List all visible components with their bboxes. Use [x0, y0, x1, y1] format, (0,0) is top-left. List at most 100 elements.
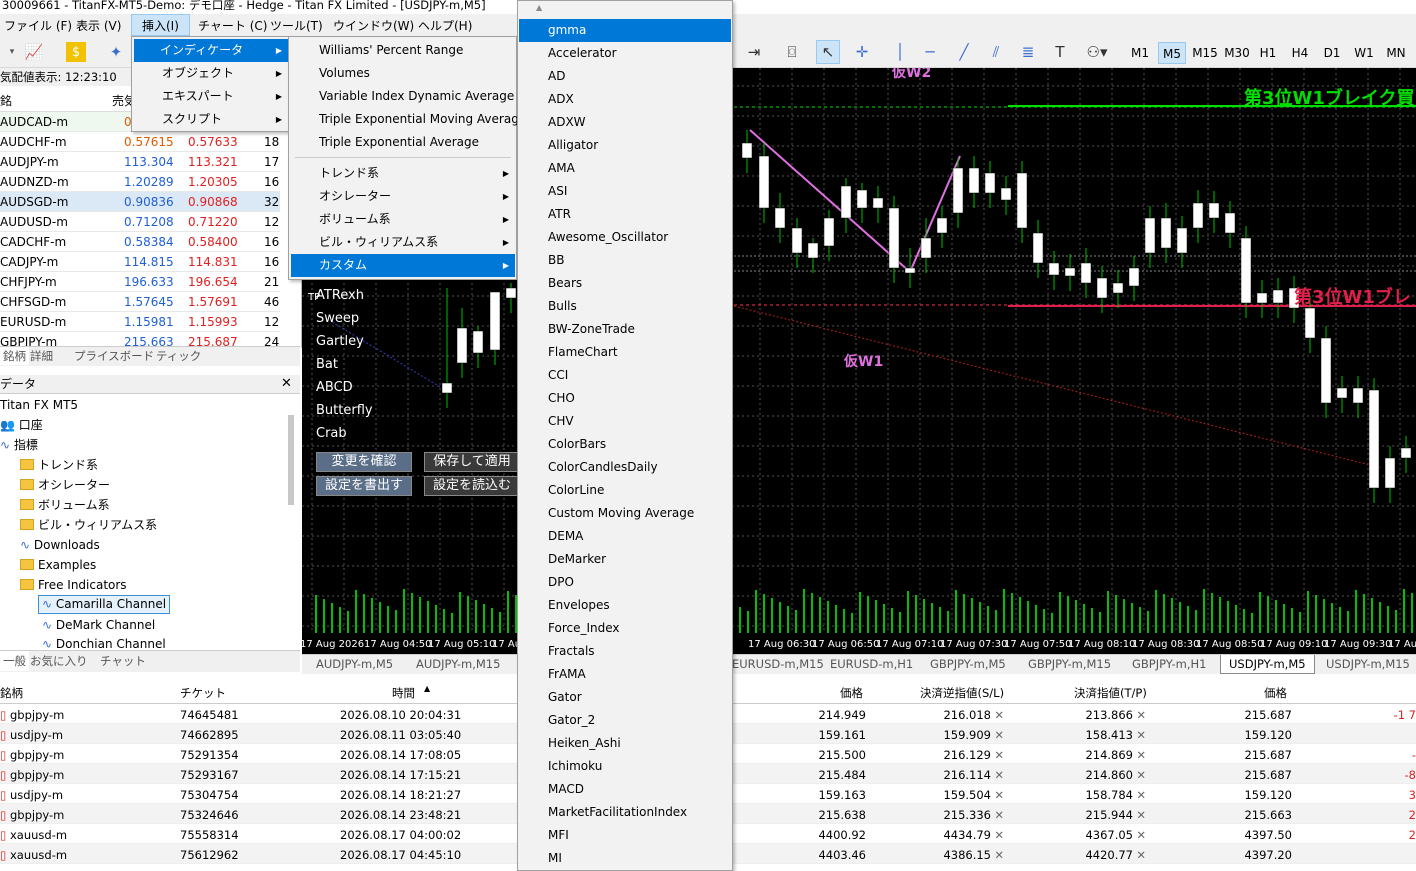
- close-icon[interactable]: ✕: [994, 788, 1004, 802]
- menu-item-experts[interactable]: エキスパート ▶: [134, 85, 288, 108]
- custom-indicator-item[interactable]: FrAMA: [519, 663, 731, 686]
- tf-h1[interactable]: H1: [1254, 42, 1282, 64]
- close-icon[interactable]: ✕: [1136, 848, 1146, 862]
- market-watch-row[interactable]: CHFSGD-m 1.57645 1.57691 46: [0, 292, 280, 312]
- menu-help[interactable]: ヘルプ(H): [418, 17, 472, 34]
- tf-mn[interactable]: MN: [1382, 42, 1410, 64]
- import-settings-button[interactable]: 設定を読込む: [424, 476, 520, 496]
- indicator-list-item[interactable]: Crab: [316, 426, 347, 441]
- chart-tab[interactable]: EURUSD-m,H1: [830, 657, 913, 671]
- close-icon[interactable]: ✕: [994, 748, 1004, 762]
- custom-indicator-item[interactable]: Bulls: [519, 295, 731, 318]
- market-watch-row[interactable]: CADCHF-m 0.58384 0.58400 16: [0, 232, 280, 252]
- custom-indicator-item[interactable]: Envelopes: [519, 594, 731, 617]
- indicator-list-item[interactable]: ATRexh: [316, 288, 364, 303]
- indicator-list-item[interactable]: Bat: [316, 357, 338, 372]
- chart-tab[interactable]: GBPJPY-m,M15: [1028, 657, 1111, 671]
- dollar-icon[interactable]: $: [66, 42, 86, 62]
- market-watch-row[interactable]: AUDCHF-m 0.57615 0.57633 18: [0, 132, 280, 152]
- nav-downloads[interactable]: ∿ Downloads: [20, 535, 100, 555]
- market-watch-row[interactable]: AUDNZD-m 1.20289 1.20305 16: [0, 172, 280, 192]
- nav-free-indicators[interactable]: Free Indicators: [20, 575, 127, 595]
- col-price[interactable]: 価格: [840, 685, 863, 701]
- tab-priceboard[interactable]: プライスボード: [74, 347, 154, 365]
- tab-ticks[interactable]: ティック: [156, 347, 201, 365]
- menu-item-volumes[interactable]: Volumes: [291, 62, 515, 85]
- shapes-icon[interactable]: ⚇▾: [1080, 40, 1114, 64]
- indicator-list-item[interactable]: ABCD: [316, 380, 353, 395]
- market-watch-row[interactable]: CADJPY-m 114.815 114.831 16: [0, 252, 280, 272]
- close-icon[interactable]: ✕: [994, 828, 1004, 842]
- custom-indicator-item[interactable]: ColorBars: [519, 433, 731, 456]
- menu-item-oscillators[interactable]: オシレーター ▶: [291, 185, 515, 208]
- tf-m15[interactable]: M15: [1190, 42, 1220, 64]
- menu-item-tema[interactable]: Triple Exponential Moving Average: [291, 108, 526, 131]
- close-icon[interactable]: ✕: [994, 848, 1004, 862]
- custom-indicator-item[interactable]: Heiken_Ashi: [519, 732, 731, 755]
- custom-indicator-item[interactable]: Bears: [519, 272, 731, 295]
- dropdown-icon[interactable]: ▾: [0, 40, 24, 64]
- confirm-changes-button[interactable]: 変更を確認: [316, 452, 412, 472]
- custom-indicator-item[interactable]: DPO: [519, 571, 731, 594]
- crosshair-icon[interactable]: ✛: [850, 40, 874, 64]
- close-icon[interactable]: ✕: [1136, 808, 1146, 822]
- close-icon[interactable]: ✕: [1136, 788, 1146, 802]
- custom-indicator-item[interactable]: Gator: [519, 686, 731, 709]
- menu-view[interactable]: 表示 (V): [76, 17, 121, 34]
- custom-indicator-item[interactable]: DeMarker: [519, 548, 731, 571]
- close-icon[interactable]: ✕: [1136, 728, 1146, 742]
- custom-indicator-item[interactable]: MFI: [519, 824, 731, 847]
- tf-m5[interactable]: M5: [1158, 42, 1186, 64]
- menu-item-custom[interactable]: カスタム ▶: [291, 254, 515, 277]
- chart-icon[interactable]: 📈: [22, 40, 46, 64]
- screenshot-icon[interactable]: ⌼: [780, 40, 804, 64]
- indicator-list-item[interactable]: Sweep: [316, 311, 359, 326]
- nav-examples[interactable]: Examples: [20, 555, 96, 575]
- indicator-list-item[interactable]: Butterfly: [316, 403, 373, 418]
- sparkle-icon[interactable]: ✦: [104, 40, 128, 64]
- nav-account[interactable]: 👥 口座: [0, 415, 43, 435]
- horizontal-line-icon[interactable]: ─: [918, 40, 942, 64]
- close-icon[interactable]: ✕: [1136, 708, 1146, 722]
- close-icon[interactable]: ✕: [281, 376, 292, 391]
- menu-item-indicators[interactable]: インディケータ ▶: [134, 39, 288, 62]
- custom-indicator-item[interactable]: MACD: [519, 778, 731, 801]
- fibonacci-icon[interactable]: ≣: [1016, 40, 1040, 64]
- menu-window[interactable]: ウインドウ(W): [333, 17, 414, 34]
- col-time[interactable]: 時間: [392, 685, 415, 701]
- custom-indicator-item[interactable]: AMA: [519, 157, 731, 180]
- chart-tab-active[interactable]: USDJPY-m,M5: [1220, 655, 1315, 674]
- custom-indicator-item[interactable]: CCI: [519, 364, 731, 387]
- col-current[interactable]: 価格: [1264, 685, 1287, 701]
- nav-indicators[interactable]: ∿ 指標: [0, 435, 38, 455]
- tf-m30[interactable]: M30: [1222, 42, 1252, 64]
- nav-camarilla[interactable]: ∿ Camarilla Channel: [38, 595, 171, 614]
- tab-chat[interactable]: チャット: [100, 651, 146, 671]
- close-icon[interactable]: ✕: [994, 768, 1004, 782]
- close-icon[interactable]: ✕: [1136, 748, 1146, 762]
- custom-indicator-item[interactable]: ATR: [519, 203, 731, 226]
- tab-favorites[interactable]: お気に入り: [30, 651, 88, 671]
- close-icon[interactable]: ✕: [994, 808, 1004, 822]
- tab-symbols[interactable]: 銘柄: [0, 347, 29, 365]
- nav-donchian[interactable]: ∿ Donchian Channel: [42, 635, 166, 649]
- custom-indicator-item[interactable]: ColorCandlesDaily: [519, 456, 731, 479]
- custom-indicator-item[interactable]: Awesome_Oscillator: [519, 226, 731, 249]
- tf-w1[interactable]: W1: [1350, 42, 1378, 64]
- export-settings-button[interactable]: 設定を書出す: [316, 476, 412, 496]
- custom-indicator-item[interactable]: ADXW: [519, 111, 731, 134]
- chart-tab[interactable]: GBPJPY-m,H1: [1132, 657, 1206, 671]
- custom-indicator-item[interactable]: Alligator: [519, 134, 731, 157]
- close-icon[interactable]: ✕: [994, 728, 1004, 742]
- custom-indicator-item[interactable]: BB: [519, 249, 731, 272]
- save-apply-button[interactable]: 保存して適用: [424, 452, 520, 472]
- nav-bill-williams[interactable]: ビル・ウィリアムス系: [20, 515, 157, 535]
- chart-tab[interactable]: USDJPY-m,M15: [1326, 657, 1410, 671]
- custom-indicator-item[interactable]: MarketFacilitationIndex: [519, 801, 731, 824]
- custom-indicator-item[interactable]: CHV: [519, 410, 731, 433]
- custom-indicator-item[interactable]: DEMA: [519, 525, 731, 548]
- menu-insert[interactable]: 挿入(I): [131, 14, 190, 36]
- custom-indicator-item[interactable]: gmma: [519, 19, 731, 42]
- chart-tab[interactable]: GBPJPY-m,M5: [930, 657, 1006, 671]
- menu-item-trix[interactable]: Triple Exponential Average: [291, 131, 515, 154]
